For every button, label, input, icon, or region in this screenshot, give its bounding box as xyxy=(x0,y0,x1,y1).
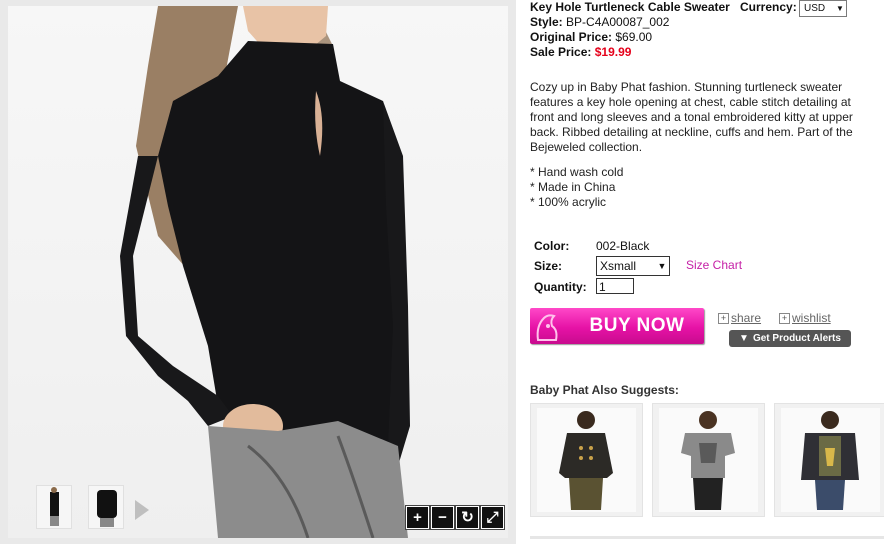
product-image-frame: + − ↻ ⤢ xyxy=(0,0,516,544)
style-value: BP-C4A00087_002 xyxy=(566,15,670,29)
care-list: * Hand wash cold * Made in China * 100% … xyxy=(530,165,623,210)
product-title: Key Hole Turtleneck Cable Sweater xyxy=(530,0,730,14)
size-label: Size: xyxy=(534,259,563,273)
care-item: * 100% acrylic xyxy=(530,195,607,209)
buy-now-button[interactable]: BUY NOW xyxy=(530,308,704,344)
plus-icon: + xyxy=(779,312,790,324)
product-image-viewer[interactable] xyxy=(8,6,508,538)
care-item: * Hand wash cold xyxy=(530,165,624,179)
quantity-label: Quantity: xyxy=(534,280,587,294)
alert-icon: ▼ xyxy=(739,333,749,344)
zoom-controls: + − ↻ ⤢ xyxy=(406,506,504,529)
buy-now-label: BUY NOW xyxy=(589,315,685,336)
original-price-value: $69.00 xyxy=(615,30,653,44)
rotate-icon[interactable]: ↻ xyxy=(456,506,479,529)
currency-select[interactable]: USD ▼ xyxy=(799,0,847,17)
currency-label: Currency: xyxy=(740,0,797,14)
original-price-line: Original Price: $69.00 xyxy=(530,30,652,44)
thumbnail-back[interactable] xyxy=(88,485,124,529)
wishlist-link[interactable]: + wishlist xyxy=(779,311,831,325)
suggested-product-image xyxy=(537,408,636,512)
sale-price-line: Sale Price: $19.99 xyxy=(530,45,631,59)
model-in-sweater-image xyxy=(120,6,410,538)
size-value: Xsmall xyxy=(600,259,637,273)
thumbnail-front[interactable] xyxy=(36,485,72,529)
style-line: Style: BP-C4A00087_002 xyxy=(530,15,669,29)
wishlist-label: wishlist xyxy=(792,311,831,325)
suggested-product-image xyxy=(781,408,880,512)
size-chart-link[interactable]: Size Chart xyxy=(686,258,742,272)
sale-price-label: Sale Price: xyxy=(530,45,592,59)
thumbnail-strip xyxy=(36,485,124,529)
fullscreen-icon[interactable]: ⤢ xyxy=(481,506,504,529)
divider xyxy=(530,536,884,539)
product-photo[interactable] xyxy=(8,6,508,538)
alerts-label: Get Product Alerts xyxy=(752,333,841,344)
share-label: share xyxy=(731,311,762,325)
chevron-down-icon: ▼ xyxy=(836,4,844,13)
care-item: * Made in China xyxy=(530,180,616,194)
currency-value: USD xyxy=(804,3,826,14)
size-select[interactable]: Xsmall ▼ xyxy=(596,256,670,276)
zoom-in-icon[interactable]: + xyxy=(406,506,429,529)
style-label: Style: xyxy=(530,15,563,29)
original-price-label: Original Price: xyxy=(530,30,613,44)
zoom-out-icon[interactable]: − xyxy=(431,506,454,529)
suggested-product[interactable] xyxy=(774,403,884,517)
sale-price-value: $19.99 xyxy=(594,45,632,59)
suggestions-title: Baby Phat Also Suggests: xyxy=(530,383,679,397)
chevron-down-icon: ▼ xyxy=(657,261,667,271)
share-link[interactable]: + share xyxy=(718,311,761,325)
product-description: Cozy up in Baby Phat fashion. Stunning t… xyxy=(530,80,853,154)
plus-icon: + xyxy=(718,312,729,324)
color-label: Color: xyxy=(534,239,570,253)
cat-logo-icon xyxy=(530,308,570,344)
get-product-alerts-button[interactable]: ▼ Get Product Alerts xyxy=(729,330,851,347)
suggested-product-image xyxy=(659,408,758,512)
suggested-product[interactable] xyxy=(652,403,765,517)
color-value: 002-Black xyxy=(596,239,650,253)
quantity-input[interactable]: 1 xyxy=(596,278,634,294)
suggested-product[interactable] xyxy=(530,403,643,517)
thumbnail-next-arrow-icon[interactable] xyxy=(135,500,149,520)
